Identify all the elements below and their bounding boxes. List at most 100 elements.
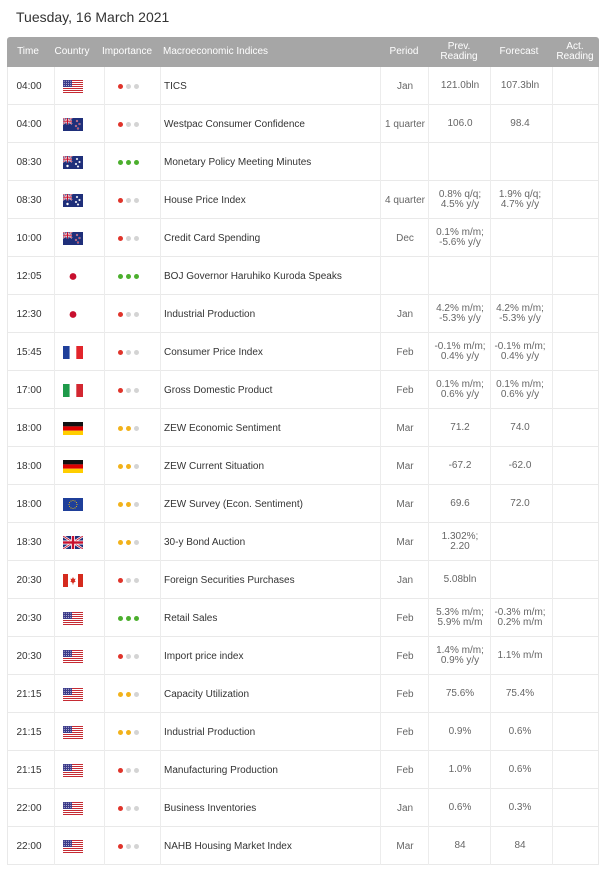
event-time: 17:00 (16, 384, 42, 396)
table-row[interactable]: 18:00 ZEW Economic Sentiment Mar 71.2 74.0 (7, 409, 599, 447)
importance-dot (125, 235, 131, 241)
event-actual (552, 105, 600, 143)
table-row[interactable]: 18:00 ZEW Survey (Econ. Sentiment) Mar 69.6… (7, 485, 599, 523)
event-period: Feb (396, 612, 414, 624)
column-divider (428, 105, 429, 143)
header-indices[interactable]: Macroeconomic Indices (163, 37, 273, 67)
event-forecast: 72.0 (510, 498, 530, 509)
event-name[interactable]: Gross Domestic Product (164, 371, 384, 409)
column-divider (380, 523, 381, 561)
event-time: 21:15 (16, 688, 42, 700)
importance-dot (133, 729, 139, 735)
importance-dot (117, 235, 123, 241)
event-actual (552, 561, 600, 599)
event-prev-reading: -67.2 (448, 460, 472, 471)
table-row[interactable]: 04:00 Westpac Consumer Confidence 1 quarte… (7, 105, 599, 143)
column-divider (428, 219, 429, 257)
event-name[interactable]: Credit Card Spending (164, 219, 384, 257)
event-period: Mar (396, 498, 414, 510)
importance-indicator (104, 675, 152, 713)
event-name[interactable]: ZEW Economic Sentiment (164, 409, 384, 447)
au-flag-icon (63, 193, 83, 207)
column-divider (428, 371, 429, 409)
table-row[interactable]: 22:00 Business Inventories Jan 0.6% 0.3% (7, 789, 599, 827)
event-name[interactable]: NAHB Housing Market Index (164, 827, 384, 865)
event-name[interactable]: Import price index (164, 637, 384, 675)
column-divider (552, 789, 553, 827)
header-actual[interactable]: Act. Reading (551, 37, 599, 67)
table-row[interactable]: 21:15 Manufacturing Production Feb 1.0% 0.6% (7, 751, 599, 789)
event-period: Mar (396, 840, 414, 852)
event-name[interactable]: Foreign Securities Purchases (164, 561, 384, 599)
table-row[interactable]: 08:30 House Price Index 4 quarter 0.8% q/q;… (7, 181, 599, 219)
importance-dot (117, 273, 123, 279)
table-row[interactable]: 15:45 Consumer Price Index Feb -0.1% m/m; 0… (7, 333, 599, 371)
event-forecast (488, 143, 552, 181)
column-divider (490, 295, 491, 333)
importance-dot (125, 121, 131, 127)
table-row[interactable]: 04:00 TICS Jan 121.0bln 107.3bln (7, 67, 599, 105)
column-divider (552, 105, 553, 143)
column-divider (54, 219, 55, 257)
table-row[interactable]: 12:30 Industrial Production Jan 4.2% m/m; -… (7, 295, 599, 333)
column-divider (104, 789, 105, 827)
header-forecast[interactable]: Forecast (491, 37, 547, 67)
table-row[interactable]: 10:00 Credit Card Spending Dec 0.1% m/m; -5… (7, 219, 599, 257)
table-row[interactable]: 08:30 Monetary Policy Meeting Minutes (7, 143, 599, 181)
event-name[interactable]: Capacity Utilization (164, 675, 384, 713)
column-divider (104, 181, 105, 219)
importance-dot (125, 463, 131, 469)
event-name[interactable]: BOJ Governor Haruhiko Kuroda Speaks (164, 257, 384, 295)
column-divider (490, 561, 491, 599)
table-row[interactable]: 21:15 Capacity Utilization Feb 75.6% 75.4% (7, 675, 599, 713)
column-divider (428, 447, 429, 485)
importance-dot (117, 767, 123, 773)
event-name[interactable]: Manufacturing Production (164, 751, 384, 789)
event-name[interactable]: Retail Sales (164, 599, 384, 637)
column-divider (490, 67, 491, 105)
event-name[interactable]: 30-y Bond Auction (164, 523, 384, 561)
column-divider (54, 675, 55, 713)
header-importance[interactable]: Importance (99, 37, 155, 67)
table-row[interactable]: 20:30 Retail Sales Feb 5.3% m/m; 5.9% m/m -0… (7, 599, 599, 637)
event-name[interactable]: ZEW Survey (Econ. Sentiment) (164, 485, 384, 523)
header-period[interactable]: Period (381, 37, 427, 67)
event-name[interactable]: House Price Index (164, 181, 384, 219)
table-row[interactable]: 20:30 Import price index Feb 1.4% m/m; 0.9%… (7, 637, 599, 675)
column-divider (428, 181, 429, 219)
event-name[interactable]: TICS (164, 67, 384, 105)
table-row[interactable]: 17:00 Gross Domestic Product Feb 0.1% m/m; … (7, 371, 599, 409)
event-country (54, 295, 92, 333)
table-row[interactable]: 22:00 NAHB Housing Market Index Mar 84 84 (7, 827, 599, 865)
column-divider (104, 409, 105, 447)
event-time: 22:00 (16, 802, 42, 814)
column-divider (160, 485, 161, 523)
importance-dot (125, 729, 131, 735)
table-row[interactable]: 18:30 30-y Bond Auction Mar 1.302%; 2.20 (7, 523, 599, 561)
column-divider (490, 181, 491, 219)
column-divider (552, 485, 553, 523)
table-row[interactable]: 18:00 ZEW Current Situation Mar -67.2 -62.0 (7, 447, 599, 485)
table-row[interactable]: 12:05 BOJ Governor Haruhiko Kuroda Speaks (7, 257, 599, 295)
event-name[interactable]: Westpac Consumer Confidence (164, 105, 384, 143)
event-name[interactable]: Business Inventories (164, 789, 384, 827)
importance-dot (117, 615, 123, 621)
event-name[interactable]: Industrial Production (164, 295, 384, 333)
event-name[interactable]: Consumer Price Index (164, 333, 384, 371)
importance-indicator (104, 637, 152, 675)
column-divider (428, 751, 429, 789)
event-name[interactable]: ZEW Current Situation (164, 447, 384, 485)
importance-indicator (104, 143, 152, 181)
table-row[interactable]: 21:15 Industrial Production Feb 0.9% 0.6% (7, 713, 599, 751)
header-time[interactable]: Time (7, 37, 49, 67)
column-divider (490, 713, 491, 751)
header-prev[interactable]: Prev. Reading (431, 37, 487, 67)
event-name[interactable]: Monetary Policy Meeting Minutes (164, 143, 384, 181)
column-divider (380, 447, 381, 485)
table-header: Time Country Importance Macroeconomic In… (7, 37, 599, 67)
header-country[interactable]: Country (51, 37, 93, 67)
event-name[interactable]: Industrial Production (164, 713, 384, 751)
table-row[interactable]: 20:30 Foreign Securities Purchases Jan 5.08… (7, 561, 599, 599)
column-divider (160, 751, 161, 789)
event-prev-reading: 5.3% m/m; 5.9% m/m (436, 607, 484, 628)
